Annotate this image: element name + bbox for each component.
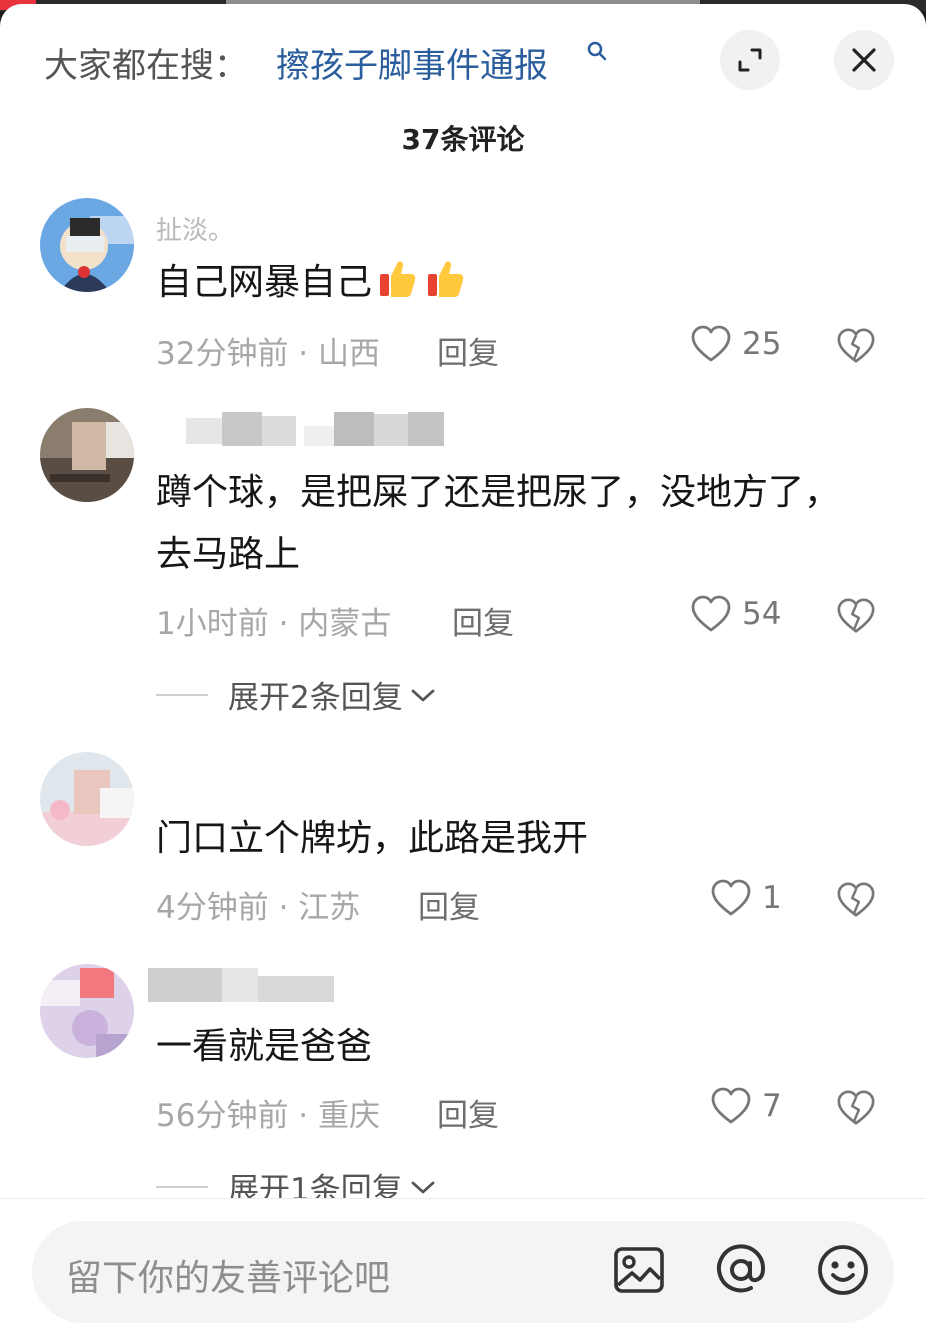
- like-count: 25: [742, 326, 782, 362]
- at-mention-icon[interactable]: [714, 1243, 768, 1297]
- thumbs-up-emoji-icon: [428, 261, 464, 297]
- comment-time: 4分钟前: [156, 890, 269, 926]
- comment-input[interactable]: 留下你的友善评论吧: [32, 1221, 894, 1323]
- comment-location: 内蒙古: [298, 606, 392, 642]
- expand-replies-label: 展开2条回复: [228, 680, 403, 716]
- reply-button[interactable]: 回复: [437, 1090, 499, 1135]
- broken-heart-icon[interactable]: [836, 326, 876, 366]
- comment-count: 37条评论: [401, 123, 525, 156]
- chevron-down-icon: [411, 1181, 435, 1193]
- heart-icon: [711, 879, 751, 916]
- comment-sheet: 大家都在搜： 擦孩子脚事件通报 37条评论 扯淡。 自己网暴自己 32分钟前 ·…: [0, 4, 926, 1344]
- comment-time: 56分钟前: [156, 1098, 289, 1134]
- comment-text: 自己网暴自己: [156, 252, 468, 314]
- like-count: 1: [762, 880, 782, 916]
- broken-heart-icon[interactable]: [836, 880, 876, 920]
- hot-search-link[interactable]: 擦孩子脚事件通报: [276, 38, 548, 87]
- avatar[interactable]: [40, 408, 134, 502]
- avatar[interactable]: [40, 964, 134, 1058]
- avatar[interactable]: [40, 752, 134, 846]
- image-icon[interactable]: [612, 1243, 666, 1297]
- comment-text-body: 自己网暴自己: [156, 262, 373, 303]
- comment-time: 1小时前: [156, 606, 269, 642]
- heart-icon: [691, 595, 731, 632]
- reply-button[interactable]: 回复: [452, 598, 514, 643]
- expand-divider: [156, 1185, 208, 1188]
- comment-location: 重庆: [318, 1098, 381, 1134]
- thumbs-up-emoji-icon: [380, 261, 416, 297]
- chevron-down-icon: [411, 689, 435, 701]
- search-icon[interactable]: [585, 40, 609, 64]
- like-button[interactable]: 25: [690, 324, 781, 364]
- close-icon: [852, 48, 876, 72]
- like-count: 54: [742, 596, 782, 632]
- expand-divider: [156, 693, 208, 696]
- comment-location: 山西: [318, 336, 381, 372]
- heart-icon: [691, 325, 731, 362]
- comment-text: 一看就是爸爸: [156, 1026, 373, 1067]
- like-button[interactable]: 7: [710, 1086, 782, 1126]
- username[interactable]: 扯淡。: [156, 210, 234, 247]
- like-count: 7: [762, 1088, 782, 1124]
- comment-text-line-2: 去马路上: [156, 534, 301, 575]
- comment-text-line-1: 蹲个球，是把屎了还是把尿了，没地方了，: [156, 472, 841, 513]
- comment-time: 32分钟前: [156, 336, 289, 372]
- comment-input-placeholder: 留下你的友善评论吧: [66, 1258, 391, 1299]
- comment-input-bar: 留下你的友善评论吧: [0, 1198, 926, 1344]
- close-button[interactable]: [834, 30, 894, 90]
- username-blurred[interactable]: [186, 412, 444, 446]
- expand-replies-button[interactable]: 展开2条回复: [156, 672, 437, 717]
- comment-text: 门口立个牌坊，此路是我开: [156, 818, 589, 859]
- sheet-header: 大家都在搜： 擦孩子脚事件通报 37条评论: [0, 4, 926, 184]
- like-button[interactable]: 1: [710, 878, 782, 918]
- avatar[interactable]: [40, 198, 134, 292]
- broken-heart-icon[interactable]: [836, 596, 876, 636]
- like-button[interactable]: 54: [690, 594, 781, 634]
- broken-heart-icon[interactable]: [836, 1088, 876, 1128]
- comment-meta: 32分钟前 · 山西: [156, 336, 381, 372]
- comment-meta: 4分钟前 · 江苏: [156, 890, 361, 926]
- hot-search-prefix: 大家都在搜：: [44, 46, 248, 86]
- comment-location: 江苏: [298, 890, 361, 926]
- heart-icon: [711, 1087, 751, 1124]
- reply-button[interactable]: 回复: [418, 882, 480, 927]
- reply-button[interactable]: 回复: [437, 328, 499, 373]
- comment-meta: 56分钟前 · 重庆: [156, 1098, 381, 1134]
- emoji-icon[interactable]: [816, 1243, 870, 1297]
- expand-icon: [738, 48, 762, 72]
- username-blurred[interactable]: [148, 968, 334, 1002]
- comment-meta: 1小时前 · 内蒙古: [156, 606, 392, 642]
- fullscreen-button[interactable]: [720, 30, 780, 90]
